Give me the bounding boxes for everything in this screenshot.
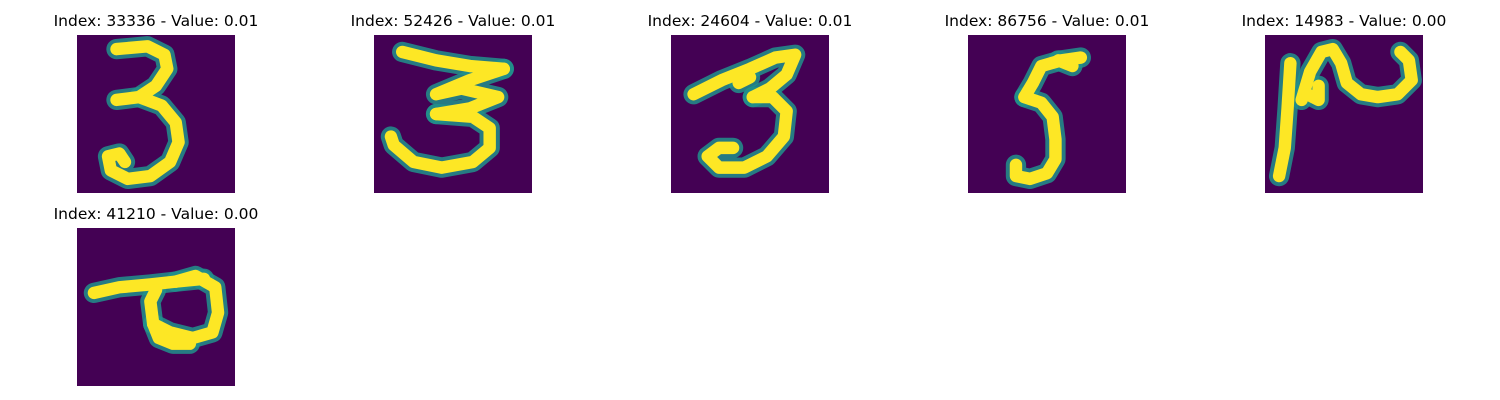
digit-panel-52426: Index: 52426 - Value: 0.01 [303,12,603,202]
digit-panel-14983: Index: 14983 - Value: 0.00 [1194,12,1494,202]
digit-image-3 [374,35,532,193]
digit-image-3 [671,35,829,193]
digit-image-5 [968,35,1126,193]
panel-title: Index: 33336 - Value: 0.01 [53,12,259,30]
panel-title: Index: 14983 - Value: 0.00 [1241,12,1447,30]
digit-image-9 [77,228,235,386]
panel-title: Index: 86756 - Value: 0.01 [944,12,1150,30]
digit-panel-24604: Index: 24604 - Value: 0.01 [600,12,900,202]
digit-panel-41210: Index: 41210 - Value: 0.00 [6,205,306,395]
digit-panel-86756: Index: 86756 - Value: 0.01 [897,12,1197,202]
panel-title: Index: 52426 - Value: 0.01 [350,12,556,30]
panel-title: Index: 24604 - Value: 0.01 [647,12,853,30]
digit-image-2 [1265,35,1423,193]
panel-title: Index: 41210 - Value: 0.00 [53,205,259,223]
digit-image-3 [77,35,235,193]
digit-panel-33336: Index: 33336 - Value: 0.01 [6,12,306,202]
